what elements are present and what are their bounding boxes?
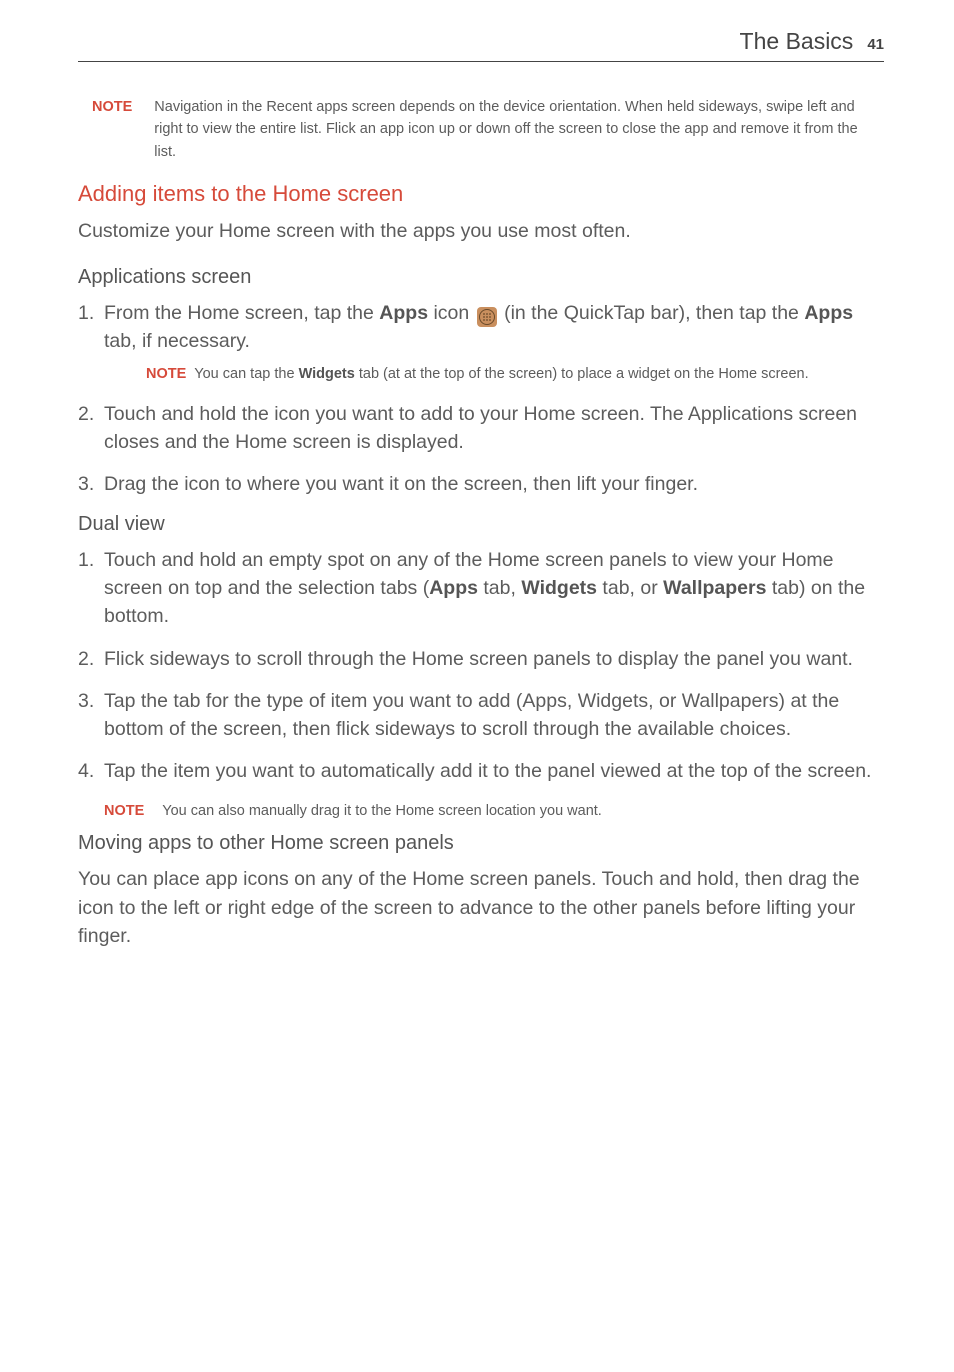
step-1: Touch and hold an empty spot on any of t…	[78, 546, 884, 631]
bold-apps: Apps	[379, 302, 428, 324]
step-2: Flick sideways to scroll through the Hom…	[78, 645, 884, 673]
para-moving-apps: You can place app icons on any of the Ho…	[78, 865, 884, 950]
note-text: You can tap the Widgets tab (at at the t…	[194, 363, 808, 386]
heading-dual-view: Dual view	[78, 513, 884, 536]
bold-widgets: Widgets	[299, 366, 355, 382]
step-text: icon	[428, 302, 475, 324]
note-recent-apps: NOTE Navigation in the Recent apps scree…	[92, 96, 884, 163]
note-label: NOTE	[92, 96, 132, 163]
heading-moving-apps: Moving apps to other Home screen panels	[78, 832, 884, 855]
bold-apps: Apps	[429, 577, 478, 599]
step-text: (in the QuickTap bar), then tap the	[499, 302, 805, 324]
header-section-title: The Basics	[740, 28, 854, 55]
header-page-number: 41	[867, 36, 884, 53]
step-text: tab, if necessary.	[104, 330, 250, 352]
apps-icon	[477, 307, 497, 327]
note-text: Navigation in the Recent apps screen dep…	[154, 96, 882, 163]
page-header: The Basics 41	[78, 28, 884, 62]
step-text: tab,	[478, 577, 521, 599]
steps-applications: From the Home screen, tap the Apps icon …	[78, 299, 884, 499]
bold-widgets: Widgets	[521, 577, 597, 599]
note-label: NOTE	[104, 800, 144, 823]
step-1: From the Home screen, tap the Apps icon …	[78, 299, 884, 386]
step-text: tab, or	[597, 577, 663, 599]
step-3: Drag the icon to where you want it on th…	[78, 470, 884, 498]
heading-applications-screen: Applications screen	[78, 266, 884, 289]
step-3: Tap the tab for the type of item you wan…	[78, 687, 884, 744]
note-manual-drag: NOTE You can also manually drag it to th…	[104, 800, 884, 823]
intro-adding-items: Customize your Home screen with the apps…	[78, 217, 884, 245]
steps-dual-view: Touch and hold an empty spot on any of t…	[78, 546, 884, 786]
step-4: Tap the item you want to automatically a…	[78, 757, 884, 785]
note-label: NOTE	[146, 363, 186, 386]
heading-adding-items: Adding items to the Home screen	[78, 181, 884, 207]
note-widgets-tab: NOTE You can tap the Widgets tab (at at …	[146, 363, 884, 386]
step-text: From the Home screen, tap the	[104, 302, 379, 324]
note-text: You can also manually drag it to the Hom…	[162, 800, 602, 823]
page: The Basics 41 NOTE Navigation in the Rec…	[0, 0, 954, 1004]
bold-apps: Apps	[804, 302, 853, 324]
step-2: Touch and hold the icon you want to add …	[78, 400, 884, 457]
bold-wallpapers: Wallpapers	[663, 577, 766, 599]
